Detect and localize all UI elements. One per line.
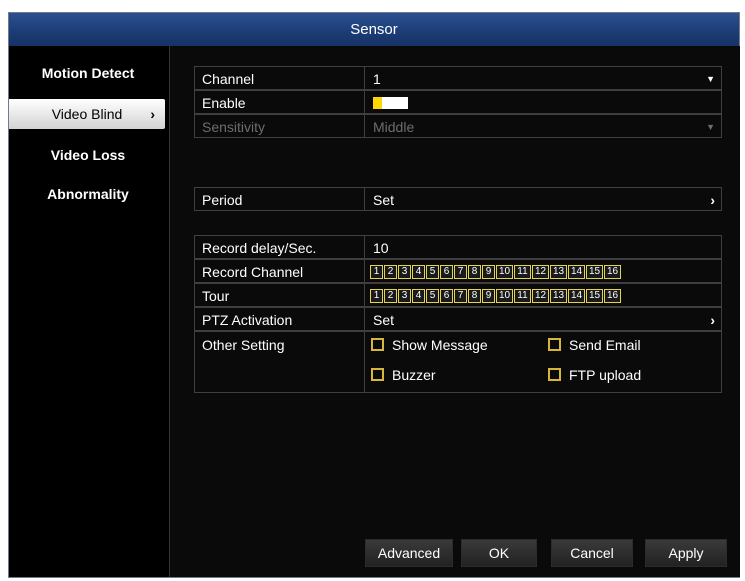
tour-checkbox[interactable]: 15 <box>586 289 603 303</box>
ptz-value: Set <box>373 312 395 328</box>
record-channel-boxes: 1 2 3 4 5 6 7 8 9 10 11 12 13 14 15 16 <box>364 259 722 283</box>
tour-checkbox[interactable]: 10 <box>496 289 513 303</box>
other-setting-label: Other Setting <box>194 331 364 393</box>
tour-checkbox[interactable]: 4 <box>412 289 425 303</box>
tour-checkbox[interactable]: 14 <box>568 289 585 303</box>
other-setting-row: Other Setting Show Message Send Email Bu… <box>194 331 722 393</box>
dropdown-arrow-icon: ▼ <box>706 122 715 132</box>
enable-toggle[interactable] <box>373 97 408 110</box>
record-channel-label: Record Channel <box>194 259 364 283</box>
buzzer-option[interactable]: Buzzer <box>371 362 436 388</box>
sidebar-item-label: Motion Detect <box>41 65 135 81</box>
sensitivity-row: Sensitivity Middle ▼ <box>194 114 722 138</box>
tour-checkbox[interactable]: 12 <box>532 289 549 303</box>
record-channel-checkbox[interactable]: 5 <box>426 265 439 279</box>
checkbox-icon <box>548 338 561 352</box>
record-channel-checkbox[interactable]: 14 <box>568 265 585 279</box>
sidebar-item-video-loss[interactable]: Video Loss <box>9 140 167 170</box>
period-row: Period Set › <box>194 187 722 211</box>
period-label: Period <box>194 187 364 211</box>
tour-checkbox[interactable]: 8 <box>468 289 481 303</box>
dropdown-arrow-icon: ▼ <box>706 74 715 84</box>
record-channel-checkbox[interactable]: 6 <box>440 265 453 279</box>
channel-row: Channel 1 ▼ <box>194 66 722 90</box>
record-channel-row: Record Channel 1 2 3 4 5 6 7 8 9 10 11 1… <box>194 259 722 283</box>
chevron-right-icon: › <box>150 106 155 122</box>
record-channel-checkbox[interactable]: 16 <box>604 265 621 279</box>
channel-label: Channel <box>194 66 364 90</box>
record-channel-checkbox[interactable]: 3 <box>398 265 411 279</box>
tour-checkbox[interactable]: 16 <box>604 289 621 303</box>
record-channel-checkbox[interactable]: 8 <box>468 265 481 279</box>
ftp-upload-label: FTP upload <box>569 367 642 383</box>
checkbox-icon <box>371 338 384 352</box>
channel-value: 1 <box>373 71 381 87</box>
checkbox-icon <box>371 368 384 382</box>
tour-checkbox[interactable]: 7 <box>454 289 467 303</box>
period-value: Set <box>373 192 395 208</box>
send-email-label: Send Email <box>569 337 641 353</box>
period-set-button[interactable]: Set › <box>364 187 722 211</box>
show-message-option[interactable]: Show Message <box>371 332 488 358</box>
enable-label: Enable <box>194 90 364 114</box>
checkbox-icon <box>548 368 561 382</box>
sidebar-item-label: Video Blind <box>51 106 123 122</box>
sensitivity-value: Middle <box>373 119 415 135</box>
sidebar-item-abnormality[interactable]: Abnormality <box>9 179 167 209</box>
show-message-label: Show Message <box>392 337 488 353</box>
chevron-right-icon: › <box>710 312 715 328</box>
record-channel-checkbox[interactable]: 13 <box>550 265 567 279</box>
record-channel-checkbox[interactable]: 11 <box>514 265 531 279</box>
tour-checkbox[interactable]: 13 <box>550 289 567 303</box>
record-delay-value: 10 <box>373 240 389 256</box>
enable-row: Enable <box>194 90 722 114</box>
settings-panel: Channel 1 ▼ Enable Sensitivity Middle ▼ … <box>169 46 740 577</box>
record-channel-checkbox[interactable]: 10 <box>496 265 513 279</box>
record-channel-checkbox[interactable]: 7 <box>454 265 467 279</box>
sidebar-item-label: Video Loss <box>50 147 126 163</box>
record-delay-label: Record delay/Sec. <box>194 235 364 259</box>
sidebar-item-label: Abnormality <box>47 186 129 202</box>
ftp-upload-option[interactable]: FTP upload <box>548 362 641 388</box>
sidebar-item-motion-detect[interactable]: Motion Detect <box>9 58 167 88</box>
tour-boxes: 1 2 3 4 5 6 7 8 9 10 11 12 13 14 15 16 <box>364 283 722 307</box>
tour-row: Tour 1 2 3 4 5 6 7 8 9 10 11 12 13 14 15… <box>194 283 722 307</box>
buzzer-label: Buzzer <box>392 367 436 383</box>
ptz-label: PTZ Activation <box>194 307 364 331</box>
tour-checkbox[interactable]: 9 <box>482 289 495 303</box>
cancel-button[interactable]: Cancel <box>551 539 633 567</box>
tour-checkbox[interactable]: 6 <box>440 289 453 303</box>
sidebar-item-video-blind[interactable]: Video Blind › <box>9 99 165 129</box>
record-channel-checkbox[interactable]: 15 <box>586 265 603 279</box>
ptz-set-button[interactable]: Set › <box>364 307 722 331</box>
sensitivity-label: Sensitivity <box>194 114 364 138</box>
record-channel-checkbox[interactable]: 4 <box>412 265 425 279</box>
tour-checkbox[interactable]: 1 <box>370 289 383 303</box>
sidebar: Motion Detect Video Blind › Video Loss A… <box>9 46 169 577</box>
other-setting-options: Show Message Send Email Buzzer FTP uploa… <box>364 331 722 393</box>
record-channel-checkbox[interactable]: 12 <box>532 265 549 279</box>
record-channel-checkbox[interactable]: 9 <box>482 265 495 279</box>
sensor-window: Sensor Motion Detect Video Blind › Video… <box>8 12 740 578</box>
send-email-option[interactable]: Send Email <box>548 332 641 358</box>
channel-select[interactable]: 1 ▼ <box>364 66 722 90</box>
record-channel-checkbox[interactable]: 2 <box>384 265 397 279</box>
record-delay-row: Record delay/Sec. 10 <box>194 235 722 259</box>
tour-checkbox[interactable]: 5 <box>426 289 439 303</box>
advanced-button[interactable]: Advanced <box>365 539 453 567</box>
record-delay-input[interactable]: 10 <box>364 235 722 259</box>
record-channel-checkbox[interactable]: 1 <box>370 265 383 279</box>
tour-checkbox[interactable]: 2 <box>384 289 397 303</box>
tour-checkbox[interactable]: 11 <box>514 289 531 303</box>
enable-cell <box>364 90 722 114</box>
window-title: Sensor <box>9 13 739 46</box>
sensitivity-select[interactable]: Middle ▼ <box>364 114 722 138</box>
tour-checkbox[interactable]: 3 <box>398 289 411 303</box>
apply-button[interactable]: Apply <box>645 539 727 567</box>
tour-label: Tour <box>194 283 364 307</box>
chevron-right-icon: › <box>710 192 715 208</box>
ok-button[interactable]: OK <box>461 539 537 567</box>
ptz-row: PTZ Activation Set › <box>194 307 722 331</box>
